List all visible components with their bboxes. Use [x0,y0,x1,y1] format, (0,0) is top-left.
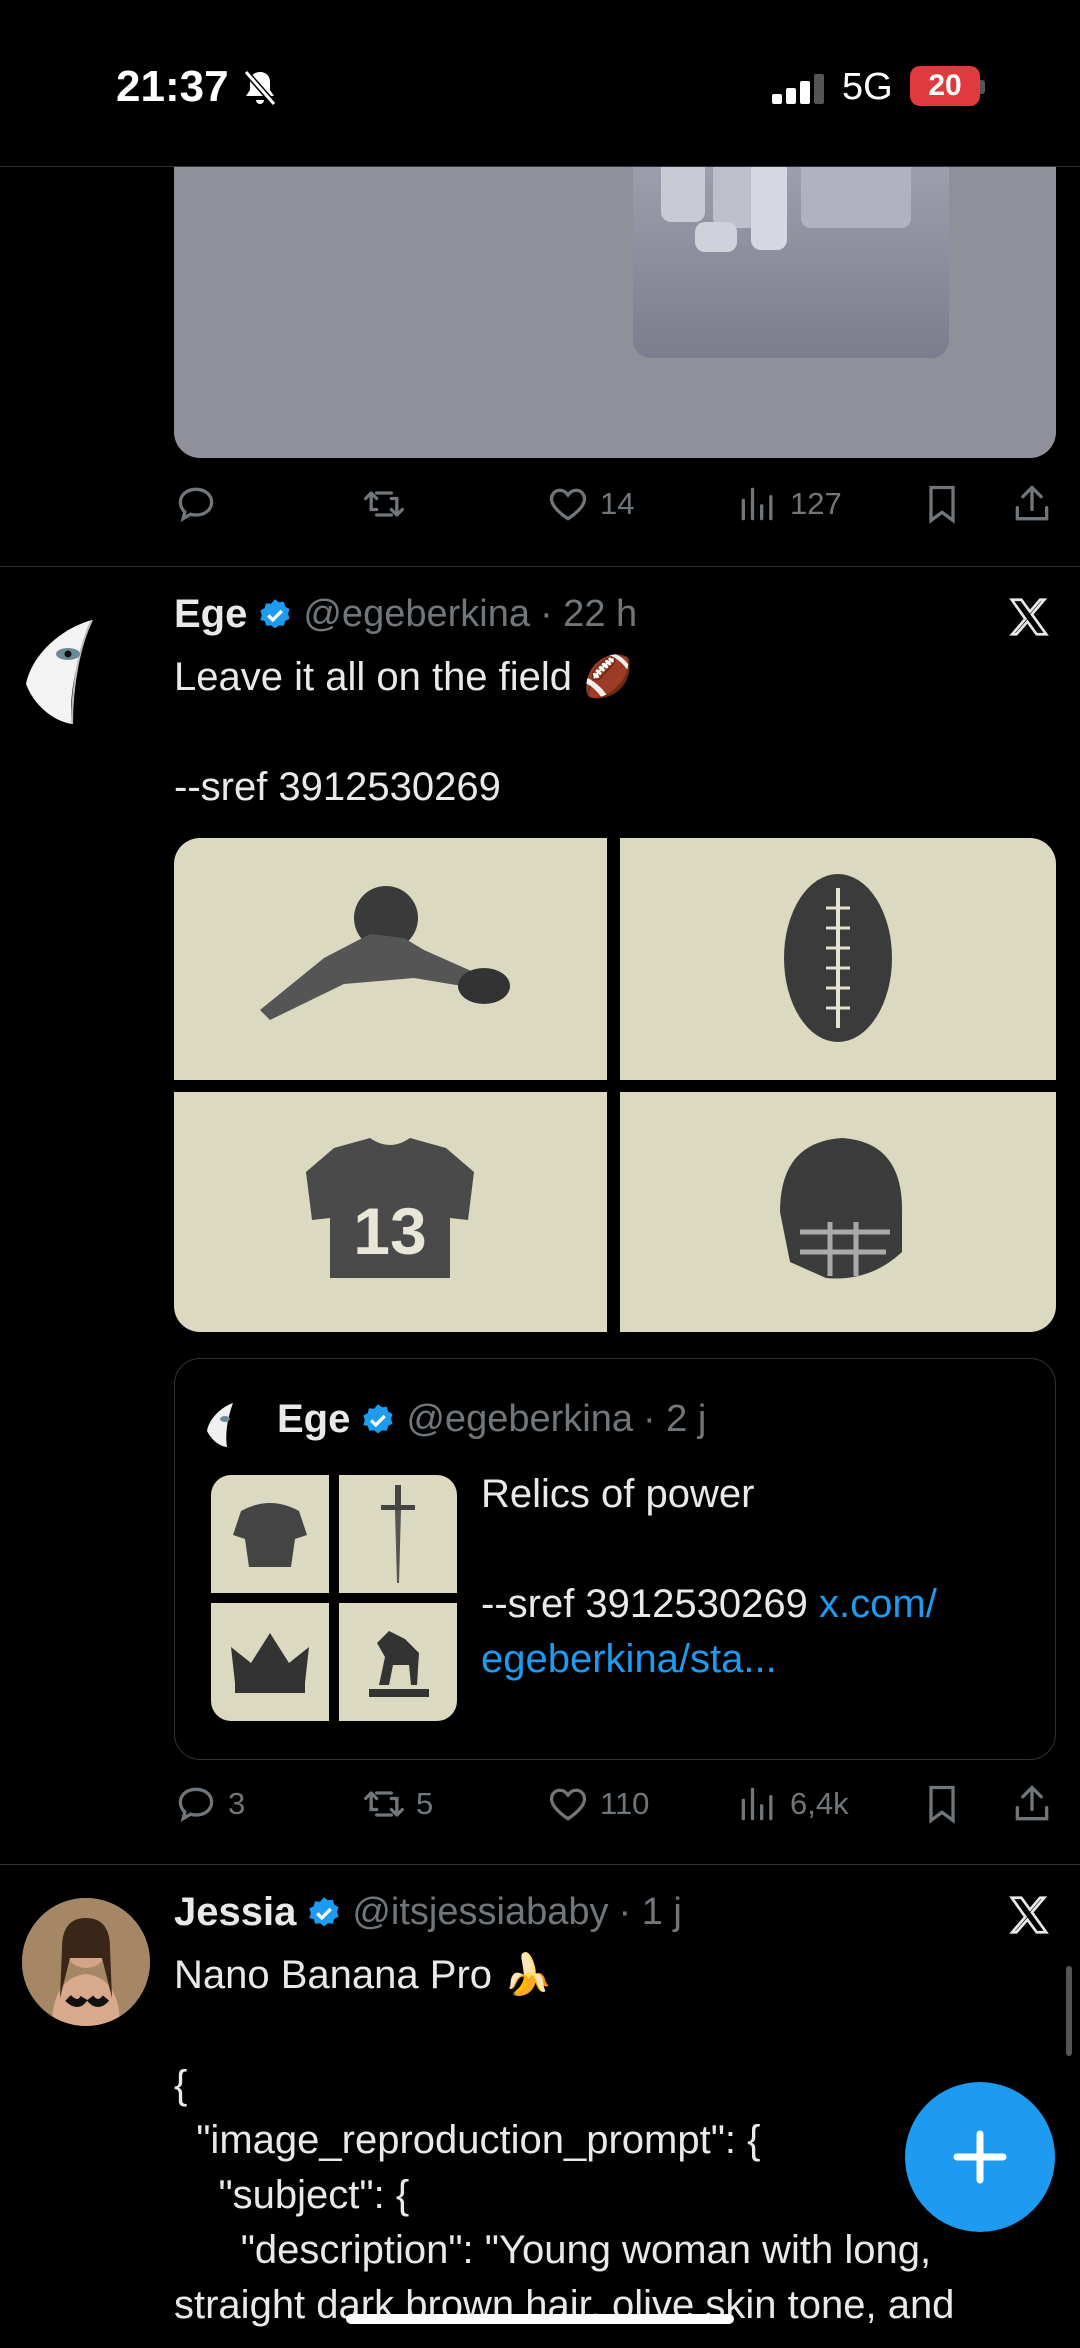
quote-media-sword [339,1475,457,1593]
bookmark-button[interactable] [920,482,964,526]
media-helmet[interactable] [620,1092,1056,1332]
views-button[interactable]: 127 [736,482,842,526]
tweet-header: Ege @egeberkina · 22 h [174,592,637,637]
verified-badge-icon [363,1403,393,1433]
clock: 21:37 [116,62,229,111]
verified-badge-icon [309,1896,339,1926]
quote-timestamp: · 2 j [642,1398,707,1440]
scrollbar[interactable] [1066,1966,1072,2056]
share-icon [1015,485,1049,521]
battery-cap [980,80,985,94]
author-name[interactable]: Ege [174,592,247,637]
tweet-text: Leave it all on the field 🏈 --sref 39125… [174,655,633,809]
reply-icon [178,487,214,523]
cellular-signal-icon [772,74,824,104]
quote-media-horse [339,1603,457,1721]
football-player-icon [260,886,510,1020]
battery-indicator: 20 [910,66,980,106]
quote-media-crown [211,1603,329,1721]
quote-media-grid[interactable] [211,1475,457,1721]
media-football[interactable] [620,838,1056,1080]
like-button[interactable]: 14 [546,482,634,526]
media-jersey[interactable]: 13 [174,1092,607,1332]
share-button[interactable] [1010,1782,1054,1826]
retweet-button[interactable]: 5 [362,1782,433,1826]
tweet-media-grid[interactable]: 13 [174,838,1056,1332]
share-icon [1015,1785,1049,1821]
heart-icon [549,488,587,521]
compose-button[interactable] [905,2082,1055,2232]
avatar-face-icon [26,619,93,725]
football-icon [784,874,892,1042]
crown-icon [231,1633,309,1693]
bookmark-button[interactable] [920,1782,964,1826]
network-type: 5G [842,66,893,108]
home-indicator[interactable] [346,2314,734,2324]
quoted-tweet[interactable]: Ege @egeberkina · 2 j Relics of power --… [174,1358,1056,1760]
reply-icon [178,1787,214,1823]
author-name[interactable]: Jessia [174,1890,296,1935]
avatar-photo-icon [22,1898,150,2026]
quote-author-handle: @egeberkina [406,1398,633,1440]
share-button[interactable] [1010,482,1054,526]
reply-button[interactable]: 3 [174,1782,245,1826]
author-handle[interactable]: @egeberkina [303,593,530,636]
armor-icon [233,1503,307,1567]
jersey-number: 13 [353,1194,426,1268]
reply-button[interactable] [174,482,228,526]
divider [0,1864,1080,1865]
quote-text: Relics of power --sref 3912530269 x.com/… [481,1472,937,1681]
quote-avatar-icon [207,1403,233,1447]
bookmark-icon [929,485,955,524]
product-jar [695,222,737,252]
jersey-13-icon: 13 [306,1138,474,1278]
retweet-icon [364,491,404,517]
author-handle[interactable]: @itsjessiababy [352,1891,608,1934]
media-football-player[interactable] [174,838,607,1080]
retweet-icon [364,1791,404,1817]
analytics-icon [741,487,773,521]
analytics-icon [741,1787,773,1821]
timestamp[interactable]: · 22 h [540,593,637,636]
timestamp[interactable]: · 1 j [618,1891,681,1934]
x-logo-icon [1009,1896,1049,1934]
tweet-header: Jessia @itsjessiababy · 1 j [174,1890,682,1935]
plus-icon [953,2130,1007,2184]
verified-badge-icon [260,598,290,628]
avatar[interactable] [22,1898,150,2026]
avatar[interactable] [22,614,106,725]
heart-icon [549,1788,587,1821]
bookmark-icon [929,1785,955,1824]
quote-author-name: Ege [277,1397,351,1441]
bell-muted-icon [243,70,277,106]
helmet-icon [780,1138,903,1279]
horse-statue-icon [369,1631,429,1697]
views-button[interactable]: 6,4k [736,1782,849,1826]
quote-media-armor [211,1475,329,1593]
retweet-button[interactable] [362,482,416,526]
quote-header: Ege @egeberkina · 2 j [277,1397,706,1442]
divider [0,566,1080,567]
x-logo-icon [1009,598,1049,636]
status-bar: 21:37 5G 20 [0,0,1080,167]
like-button[interactable]: 110 [546,1782,649,1826]
sword-icon [381,1485,415,1583]
